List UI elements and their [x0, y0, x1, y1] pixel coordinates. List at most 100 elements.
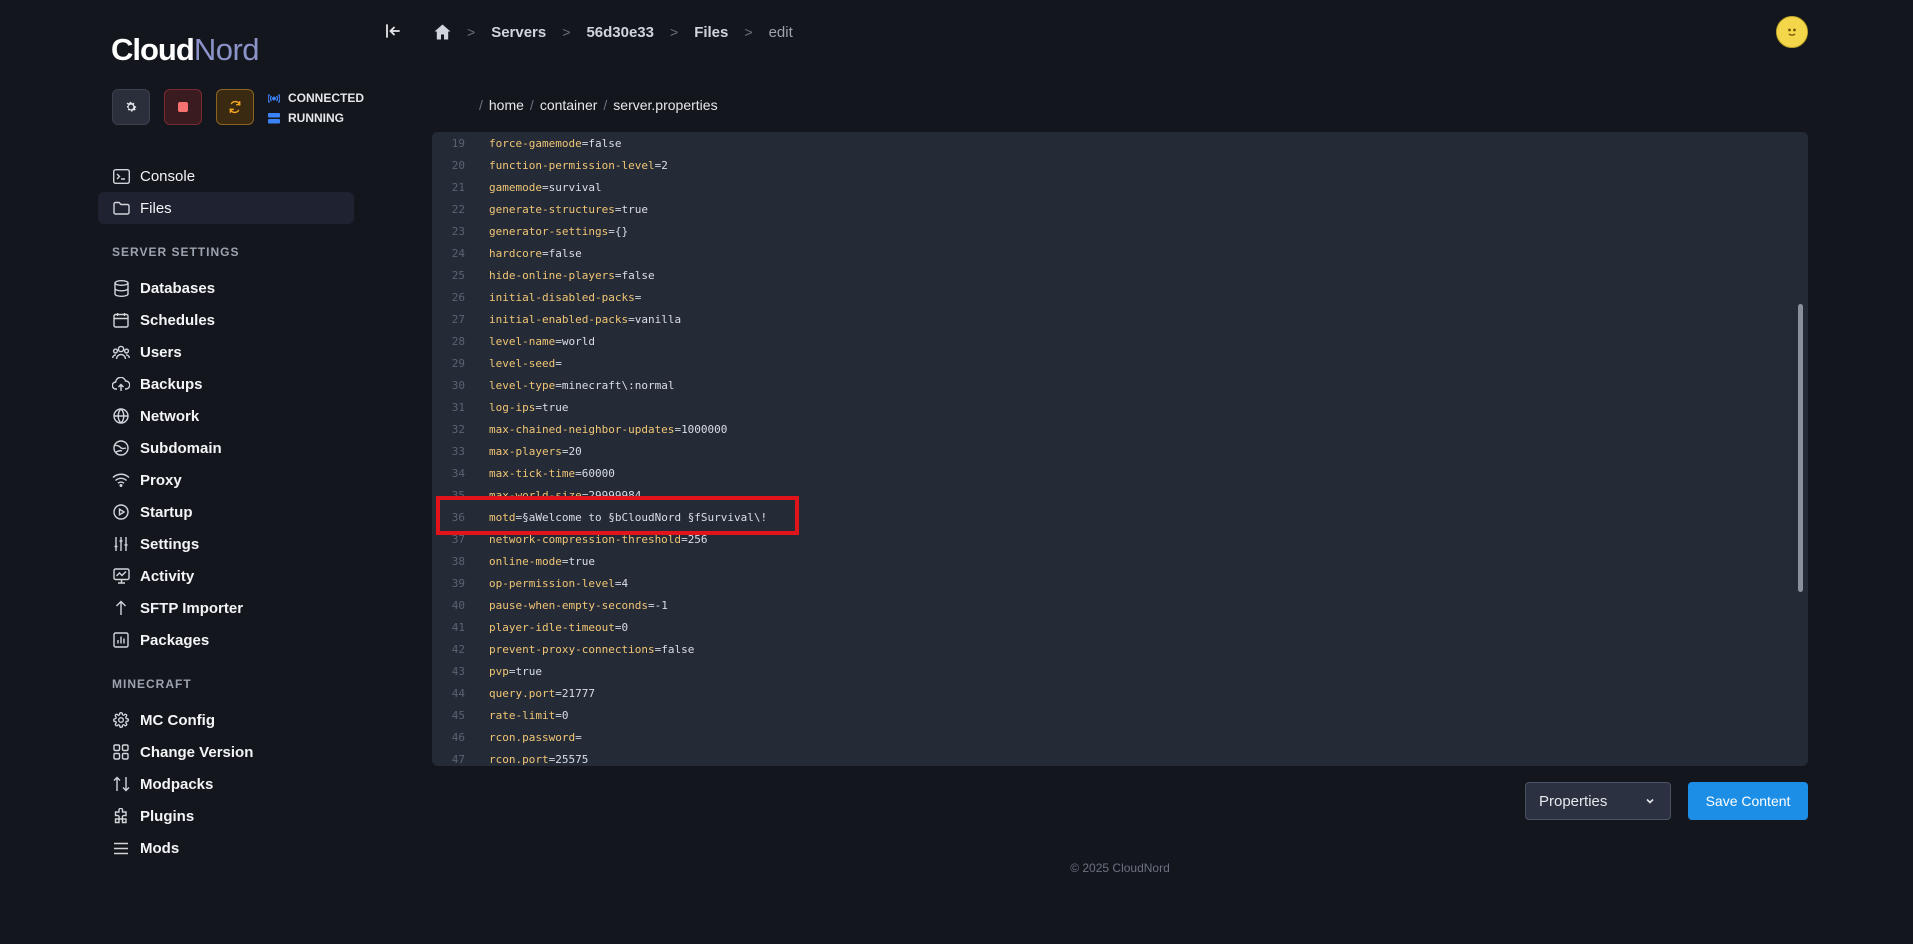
sidebar-item-files[interactable]: Files — [98, 192, 354, 224]
path-segment-home[interactable]: home — [489, 97, 524, 113]
property-key: pause-when-empty-seconds — [489, 599, 648, 612]
code-line[interactable]: 27 initial-enabled-packs=vanilla — [432, 309, 1808, 331]
path-segment-container[interactable]: container — [540, 97, 598, 113]
list-icon — [112, 839, 130, 857]
code-line[interactable]: 31 log-ips=true — [432, 397, 1808, 419]
property-value: 25575 — [555, 753, 589, 766]
collapse-sidebar-button[interactable] — [384, 22, 402, 40]
sidebar-item-label: Console — [140, 167, 196, 185]
code-line[interactable]: 43 pvp=true — [432, 661, 1808, 683]
chevron-down-icon — [1646, 798, 1654, 804]
user-avatar[interactable] — [1776, 16, 1808, 48]
server-settings-button[interactable] — [112, 89, 150, 125]
code-line[interactable]: 19 force-gamemode=false — [432, 133, 1808, 155]
stop-server-button[interactable] — [164, 89, 202, 125]
code-line[interactable]: 45 rate-limit=0 — [432, 705, 1808, 727]
sidebar-item-label: Schedules — [140, 311, 216, 329]
sidebar-item-mc-config[interactable]: MC Config — [98, 704, 354, 736]
code-line[interactable]: 46 rcon.password= — [432, 727, 1808, 749]
code-line[interactable]: 28 level-name=world — [432, 331, 1808, 353]
section-title-server-settings: SERVER SETTINGS — [112, 245, 240, 259]
code-line[interactable]: 39 op-permission-level=4 — [432, 573, 1808, 595]
code-line[interactable]: 47 rcon.port=25575 — [432, 749, 1808, 766]
property-key: op-permission-level — [489, 577, 615, 590]
sidebar-item-label: Subdomain — [140, 439, 222, 457]
property-value: 60000 — [581, 467, 615, 480]
property-value: true — [515, 665, 543, 678]
footer-copyright: © 2025 CloudNord — [1070, 861, 1170, 875]
globe-icon — [112, 407, 130, 425]
line-code: hardcore=false — [489, 243, 582, 265]
code-line[interactable]: 37 network-compression-threshold=256 — [432, 529, 1808, 551]
code-editor[interactable]: 19 force-gamemode=false 20 function-permiss… — [432, 132, 1808, 766]
code-line[interactable]: 25 hide-online-players=false — [432, 265, 1808, 287]
code-line[interactable]: 24 hardcore=false — [432, 243, 1808, 265]
sidebar-item-console[interactable]: Console — [98, 160, 354, 192]
code-line[interactable]: 36 motd=§aWelcome to §bCloudNord §fSurviv… — [432, 507, 1808, 529]
sidebar-item-activity[interactable]: Activity — [98, 560, 354, 592]
sidebar-item-schedules[interactable]: Schedules — [98, 304, 354, 336]
sidebar-item-sftp-importer[interactable]: SFTP Importer — [98, 592, 354, 624]
code-line[interactable]: 40 pause-when-empty-seconds=-1 — [432, 595, 1808, 617]
code-line[interactable]: 29 level-seed= — [432, 353, 1808, 375]
sidebar-item-subdomain[interactable]: Subdomain — [98, 432, 354, 464]
sidebar-item-mods[interactable]: Mods — [98, 832, 354, 864]
breadcrumb-servers[interactable]: Servers — [491, 24, 546, 41]
file-mode-select[interactable]: Properties — [1525, 782, 1671, 820]
property-key: level-name — [489, 335, 556, 348]
play-circle-icon — [112, 503, 130, 521]
sidebar-item-users[interactable]: Users — [98, 336, 354, 368]
code-line[interactable]: 30 level-type=minecraft\:normal — [432, 375, 1808, 397]
file-mode-select-value: Properties — [1539, 792, 1608, 810]
property-value: vanilla — [634, 313, 682, 326]
code-line[interactable]: 32 max-chained-neighbor-updates=1000000 — [432, 419, 1808, 441]
code-line[interactable]: 26 initial-disabled-packs= — [432, 287, 1808, 309]
home-icon[interactable] — [433, 23, 451, 41]
code-line[interactable]: 38 online-mode=true — [432, 551, 1808, 573]
sidebar-item-proxy[interactable]: Proxy — [98, 464, 354, 496]
save-content-button[interactable]: Save Content — [1688, 782, 1808, 820]
line-code: rcon.password= — [489, 727, 582, 749]
equals-sign: = — [647, 599, 655, 612]
code-line[interactable]: 20 function-permission-level=2 — [432, 155, 1808, 177]
code-line[interactable]: 41 player-idle-timeout=0 — [432, 617, 1808, 639]
code-line[interactable]: 21 gamemode=survival — [432, 177, 1808, 199]
sidebar-item-label: Activity — [140, 567, 195, 585]
sidebar-item-modpacks[interactable]: Modpacks — [98, 768, 354, 800]
sidebar-item-plugins[interactable]: Plugins — [98, 800, 354, 832]
code-line[interactable]: 44 query.port=21777 — [432, 683, 1808, 705]
sidebar-item-startup[interactable]: Startup — [98, 496, 354, 528]
sidebar-item-change-version[interactable]: Change Version — [98, 736, 354, 768]
property-key: max-tick-time — [489, 467, 576, 480]
code-line[interactable]: 23 generator-settings={} — [432, 221, 1808, 243]
sidebar-item-settings[interactable]: Settings — [98, 528, 354, 560]
activity-icon — [112, 567, 130, 585]
line-number: 33 — [451, 445, 465, 458]
line-number: 35 — [451, 489, 465, 502]
line-code: function-permission-level=2 — [489, 155, 668, 177]
sidebar-item-packages[interactable]: Packages — [98, 624, 354, 656]
code-line[interactable]: 22 generate-structures=true — [432, 199, 1808, 221]
property-value: false — [661, 643, 695, 656]
smile-face-icon — [1788, 28, 1796, 36]
restart-server-button[interactable] — [216, 89, 254, 125]
property-key: max-players — [489, 445, 562, 458]
line-number: 34 — [451, 467, 465, 480]
cloudnord-logo[interactable]: Cloud Nord — [111, 22, 260, 68]
property-key: rcon.port — [489, 753, 549, 766]
code-line[interactable]: 35 max-world-size=29999984 — [432, 485, 1808, 507]
breadcrumb-separator-icon: > — [467, 24, 476, 40]
property-value: -1 — [654, 599, 668, 612]
line-code: query.port=21777 — [489, 683, 595, 705]
property-value: world — [561, 335, 595, 348]
sidebar-item-backups[interactable]: Backups — [98, 368, 354, 400]
code-line[interactable]: 34 max-tick-time=60000 — [432, 463, 1808, 485]
sidebar-item-label: Modpacks — [140, 775, 214, 793]
breadcrumb-server-id[interactable]: 56d30e33 — [586, 24, 654, 41]
sidebar-item-databases[interactable]: Databases — [98, 272, 354, 304]
code-line[interactable]: 33 max-players=20 — [432, 441, 1808, 463]
sidebar-item-network[interactable]: Network — [98, 400, 354, 432]
code-line[interactable]: 42 prevent-proxy-connections=false — [432, 639, 1808, 661]
breadcrumb-files[interactable]: Files — [694, 24, 728, 41]
editor-scrollbar[interactable] — [1798, 304, 1803, 592]
